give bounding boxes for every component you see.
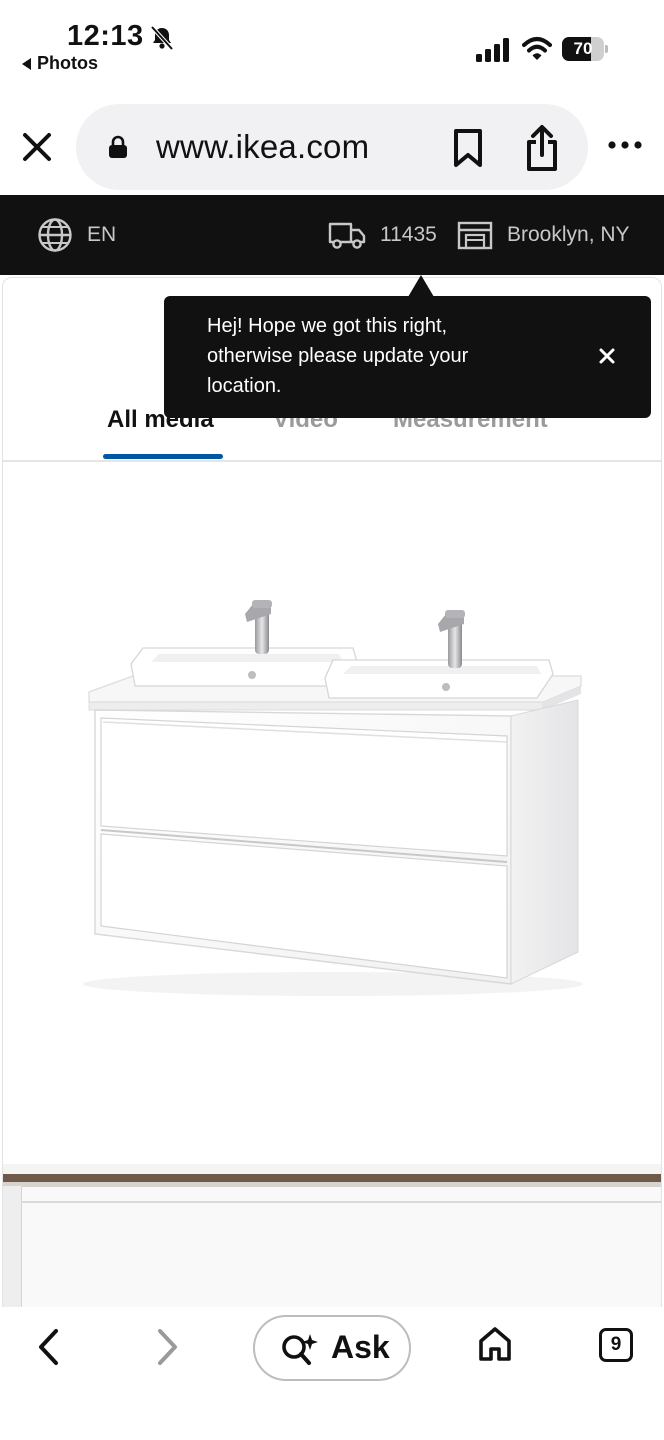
- tooltip-arrow: [408, 275, 434, 297]
- ask-label: Ask: [331, 1329, 390, 1365]
- store-icon: [457, 221, 493, 250]
- home-icon[interactable]: [477, 1325, 513, 1363]
- tooltip-message: Hej! Hope we got this right, otherwise p…: [207, 315, 469, 397]
- lock-icon: [109, 135, 127, 158]
- tabs-count-button[interactable]: 9: [599, 1328, 633, 1362]
- browser-toolbar: Ask 9: [0, 1307, 664, 1440]
- second-product-image[interactable]: [3, 1164, 661, 1307]
- ask-button[interactable]: Ask: [253, 1315, 411, 1381]
- wifi-icon: [522, 37, 552, 60]
- status-time: 12:13: [67, 20, 144, 52]
- back-arrow-icon[interactable]: [36, 1327, 60, 1367]
- cellular-signal-icon: [476, 38, 509, 62]
- product-media-panel: All media Video Measurement: [2, 277, 662, 1307]
- location-tooltip: Hej! Hope we got this right, otherwise p…: [164, 296, 651, 418]
- active-tab-indicator: [103, 454, 223, 459]
- back-triangle-icon: [22, 57, 31, 70]
- delivery-zip-selector[interactable]: 11435: [328, 195, 437, 275]
- zip-code-label: 11435: [380, 223, 437, 246]
- vanity-illustration: [83, 600, 583, 996]
- battery-body: 70: [562, 37, 604, 61]
- vanity-closeup-illustration: [3, 1164, 661, 1307]
- back-app-label: Photos: [37, 53, 98, 73]
- more-options-icon[interactable]: [608, 140, 642, 150]
- ikea-location-strip: EN 11435 Brooklyn, NY: [0, 195, 664, 275]
- bell-slash-icon: [150, 25, 174, 51]
- status-bar: 12:13 Photos 70: [0, 0, 664, 96]
- share-icon[interactable]: [524, 124, 560, 172]
- sparkle-search-icon: [282, 1334, 318, 1365]
- bookmark-icon[interactable]: [452, 128, 484, 168]
- close-icon[interactable]: [598, 347, 616, 365]
- close-icon[interactable]: [20, 130, 54, 164]
- globe-icon: [38, 218, 72, 252]
- back-to-app-link[interactable]: Photos: [22, 53, 98, 74]
- truck-icon: [328, 222, 366, 249]
- battery-indicator: 70: [562, 37, 608, 61]
- language-label: EN: [87, 223, 117, 246]
- forward-arrow-icon[interactable]: [156, 1327, 180, 1367]
- battery-percent: 70: [573, 39, 593, 58]
- browser-address-bar: www.ikea.com: [0, 96, 664, 195]
- store-label: Brooklyn, NY: [507, 223, 630, 246]
- store-selector[interactable]: Brooklyn, NY: [457, 195, 630, 275]
- product-image[interactable]: [3, 464, 661, 1164]
- url-text: www.ikea.com: [156, 128, 370, 165]
- url-field[interactable]: www.ikea.com: [76, 104, 588, 190]
- battery-nub: [605, 45, 608, 53]
- language-selector[interactable]: EN: [37, 195, 116, 275]
